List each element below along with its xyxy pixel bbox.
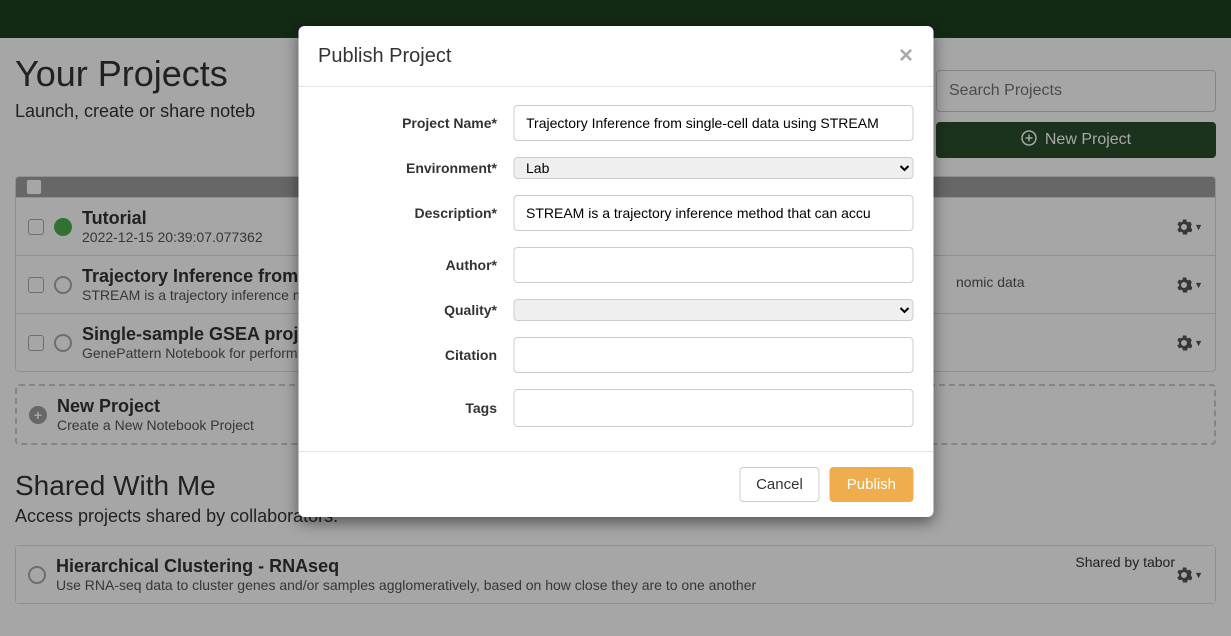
project-name-input[interactable]: [513, 105, 913, 141]
citation-input[interactable]: [513, 337, 913, 373]
environment-select[interactable]: Lab: [513, 157, 913, 179]
project-name-label: Project Name*: [318, 115, 513, 131]
publish-button[interactable]: Publish: [830, 467, 913, 502]
modal-title: Publish Project: [318, 45, 451, 68]
environment-label: Environment*: [318, 160, 513, 176]
cancel-button[interactable]: Cancel: [739, 467, 820, 502]
description-label: Description*: [318, 205, 513, 221]
publish-modal: Publish Project × Project Name* Environm…: [298, 26, 933, 517]
author-label: Author*: [318, 257, 513, 273]
tags-input[interactable]: [513, 389, 913, 427]
description-input[interactable]: [513, 195, 913, 231]
close-icon[interactable]: ×: [899, 44, 913, 68]
quality-select[interactable]: [513, 299, 913, 321]
tags-label: Tags: [318, 400, 513, 416]
quality-label: Quality*: [318, 302, 513, 318]
author-input[interactable]: [513, 247, 913, 283]
citation-label: Citation: [318, 347, 513, 363]
